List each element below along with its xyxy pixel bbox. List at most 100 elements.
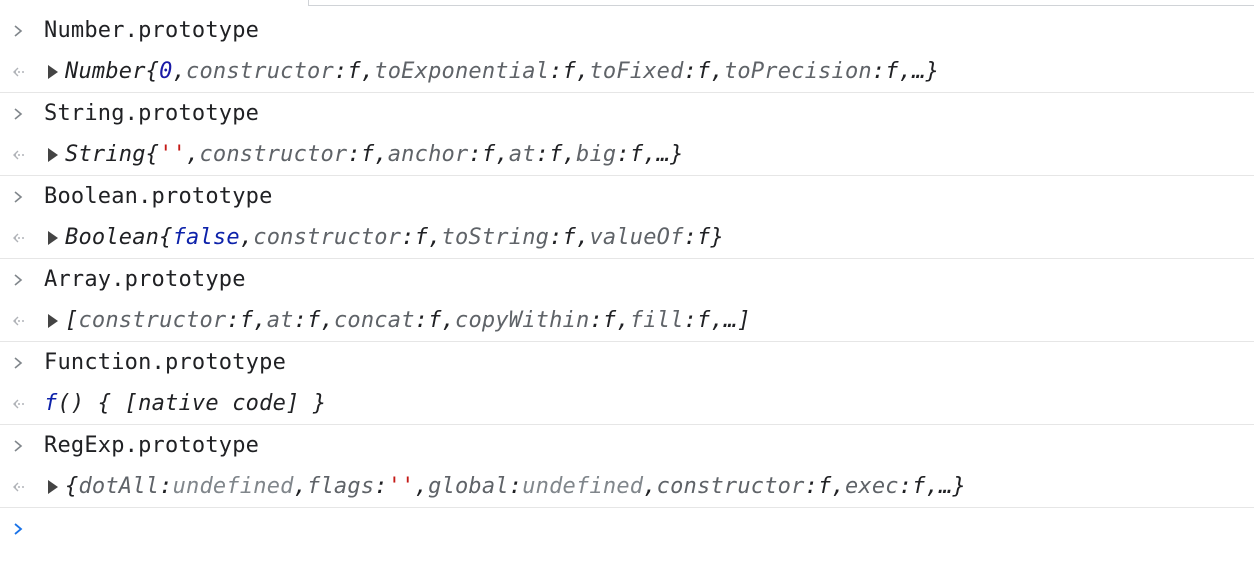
property-key: valueOf [589, 225, 684, 250]
property-value: f [697, 59, 711, 84]
return-arrow-icon [0, 466, 44, 507]
console-prompt[interactable] [0, 508, 1254, 549]
property-value: f [428, 308, 442, 333]
chevron-right-icon [0, 425, 44, 466]
colon: : [293, 308, 308, 333]
open-brace: { [159, 225, 173, 250]
console-input-text: String.prototype [44, 101, 260, 126]
property-value: f [307, 308, 321, 333]
property-key: toExponential [374, 59, 550, 84]
property-value: f [885, 59, 899, 84]
triangle-right-icon[interactable] [48, 230, 58, 245]
colon: : [683, 225, 698, 250]
console-input-text: Boolean.prototype [44, 184, 273, 209]
console-output-value[interactable]: String {'', constructor: f, anchor: f, a… [44, 142, 684, 167]
return-arrow-icon [0, 134, 44, 175]
console-output-line: {dotAll: undefined, flags: '', global: u… [0, 466, 1254, 507]
function-body: () { [native code] } [57, 391, 327, 416]
console-input-text: Function.prototype [44, 350, 287, 375]
console-input-text: RegExp.prototype [44, 433, 260, 458]
console-output-value[interactable]: Boolean {false, constructor: f, toString… [44, 225, 724, 250]
property-value: f [562, 59, 576, 84]
colon: : [549, 225, 563, 250]
primitive-value: false [172, 225, 240, 250]
return-arrow-icon [0, 51, 44, 92]
console-input-line[interactable]: String.prototype [0, 93, 1254, 134]
property-key: fill [629, 308, 684, 333]
property-key: constructor [186, 59, 334, 84]
property-value: f [818, 474, 832, 499]
chevron-right-icon [0, 259, 44, 300]
console-output-value[interactable]: f () { [native code] } [44, 391, 326, 416]
return-arrow-icon [0, 300, 44, 341]
open-brace: { [145, 142, 160, 167]
property-key: copyWithin [455, 308, 590, 333]
separator: , [710, 308, 724, 333]
ellipsis: … [939, 474, 953, 499]
console-entry: Function.prototype f () { [native code] } [0, 342, 1254, 425]
separator: , [831, 474, 845, 499]
property-value: f [697, 225, 711, 250]
primitive-value: '' [159, 142, 187, 167]
console-output-line: String {'', constructor: f, anchor: f, a… [0, 134, 1254, 175]
panel-top-border [0, 0, 1254, 10]
property-key: exec [844, 474, 899, 499]
panel-tab-edge [308, 0, 1254, 6]
close-brace: } [670, 142, 684, 167]
separator: , [616, 308, 630, 333]
separator: , [562, 142, 577, 167]
return-arrow-icon [0, 383, 44, 424]
colon: : [535, 142, 550, 167]
open-brace: { [145, 59, 160, 84]
triangle-right-icon[interactable] [48, 479, 58, 494]
property-key: big [576, 142, 617, 167]
triangle-right-icon[interactable] [48, 313, 58, 328]
primitive-value: 0 [159, 59, 173, 84]
console-entry: Number.prototype Number {0, constructor: … [0, 10, 1254, 93]
property-key: constructor [656, 474, 805, 499]
separator: , [414, 474, 429, 499]
property-key: toPrecision [723, 59, 872, 84]
console-output-value[interactable]: {dotAll: undefined, flags: '', global: u… [44, 474, 966, 499]
property-key: toFixed [589, 59, 684, 84]
property-key: dotAll [78, 474, 160, 499]
console-input-line[interactable]: Function.prototype [0, 342, 1254, 383]
chevron-right-icon [0, 93, 44, 134]
console-output-line: Boolean {false, constructor: f, toString… [0, 217, 1254, 258]
console-input-line[interactable]: RegExp.prototype [0, 425, 1254, 466]
console-output-line: [constructor: f, at: f, concat: f, copyW… [0, 300, 1254, 341]
function-keyword: f [44, 391, 58, 416]
colon: : [508, 474, 523, 499]
property-key: constructor [199, 142, 348, 167]
console-input-line[interactable]: Boolean.prototype [0, 176, 1254, 217]
separator: , [643, 474, 657, 499]
object-class-name: Number [65, 59, 146, 84]
separator: , [576, 225, 590, 250]
chevron-right-icon [0, 342, 44, 383]
colon: : [401, 225, 415, 250]
triangle-right-icon[interactable] [48, 64, 58, 79]
prompt-chevron-icon [0, 508, 44, 549]
separator: , [293, 474, 308, 499]
triangle-right-icon[interactable] [48, 147, 58, 162]
separator: , [643, 142, 657, 167]
console-input-line[interactable]: Array.prototype [0, 259, 1254, 300]
console-output-line: Number {0, constructor: f, toExponential… [0, 51, 1254, 92]
separator: , [320, 308, 334, 333]
colon: : [549, 59, 563, 84]
console-input-line[interactable]: Number.prototype [0, 10, 1254, 51]
separator: , [441, 308, 455, 333]
property-value: f [360, 142, 375, 167]
close-brace: ] [737, 308, 751, 333]
colon: : [589, 308, 603, 333]
console-output-value[interactable]: Number {0, constructor: f, toExponential… [44, 59, 939, 84]
console-output-line: f () { [native code] } [0, 383, 1254, 424]
property-key: constructor [253, 225, 402, 250]
colon: : [347, 142, 361, 167]
property-key: at [266, 308, 294, 333]
console-output-value[interactable]: [constructor: f, at: f, concat: f, copyW… [44, 308, 751, 333]
colon: : [804, 474, 819, 499]
console-entry: Array.prototype [constructor: f, at: f, c… [0, 259, 1254, 342]
property-value: f [414, 225, 429, 250]
property-value: '' [387, 474, 415, 499]
